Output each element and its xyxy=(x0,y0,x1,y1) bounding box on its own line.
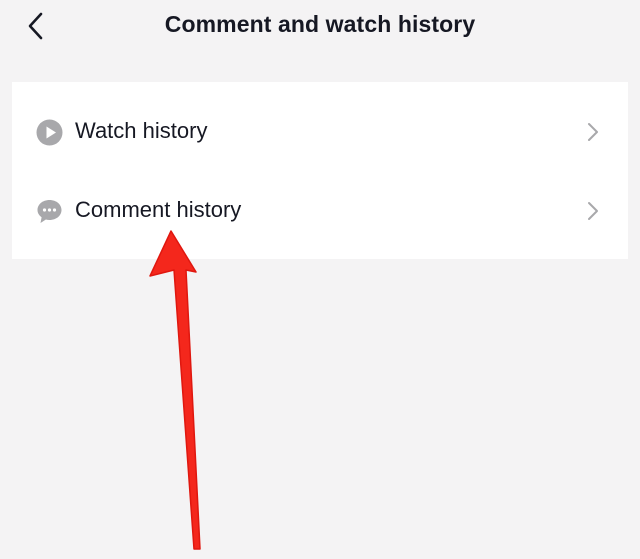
play-circle-icon xyxy=(36,119,63,146)
watch-history-label: Watch history xyxy=(75,118,208,143)
page-title: Comment and watch history xyxy=(164,11,476,37)
chevron-right-icon xyxy=(588,123,598,141)
history-options-card: Watch history Comment history xyxy=(12,82,628,259)
comment-history-item[interactable]: Comment history xyxy=(12,180,628,242)
speech-bubble-icon xyxy=(37,200,62,223)
header: Comment and watch history xyxy=(0,0,640,52)
comment-history-label: Comment history xyxy=(75,197,242,222)
watch-history-item[interactable]: Watch history xyxy=(12,101,628,163)
chevron-right-icon xyxy=(588,202,598,220)
